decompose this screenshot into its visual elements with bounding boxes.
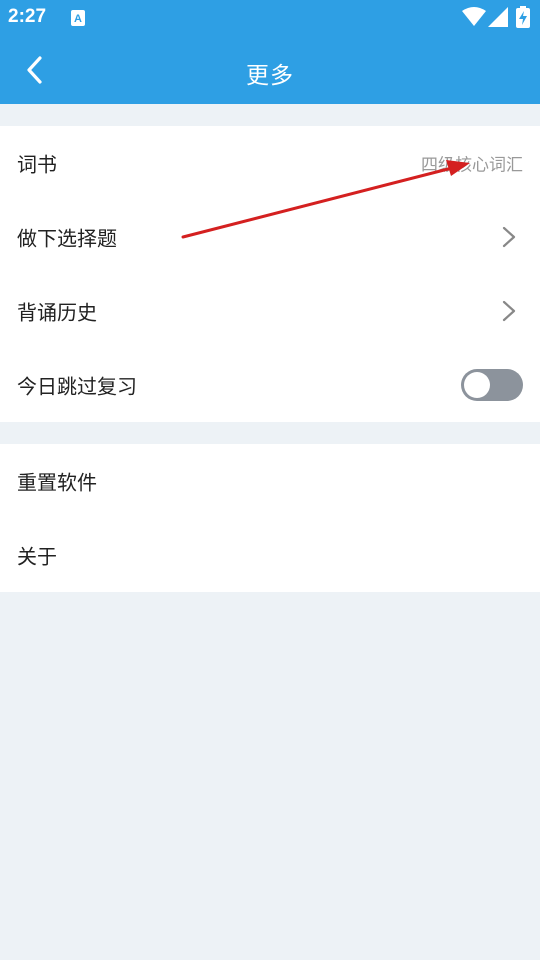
row-label: 词书	[17, 152, 57, 177]
settings-row-history[interactable]: 背诵历史	[0, 274, 540, 348]
chevron-right-icon	[502, 226, 516, 248]
wordbook-value: 四级核心词汇	[421, 155, 523, 176]
a-letter-icon: A	[71, 10, 85, 26]
row-label: 做下选择题	[17, 226, 117, 251]
settings-row-reset[interactable]: 重置软件	[0, 444, 540, 518]
app-bar: 更多	[0, 36, 540, 104]
wifi-icon	[462, 7, 486, 26]
settings-row-quiz[interactable]: 做下选择题	[0, 200, 540, 274]
page-title: 更多	[246, 63, 294, 89]
row-label: 关于	[17, 544, 57, 569]
status-bar: 2:27 A	[0, 0, 540, 36]
row-label: 重置软件	[17, 470, 97, 495]
row-label: 今日跳过复习	[17, 374, 137, 399]
signal-icon	[488, 7, 508, 27]
battery-charging-icon	[516, 6, 530, 28]
skip-review-toggle[interactable]	[461, 369, 523, 401]
settings-row-about[interactable]: 关于	[0, 518, 540, 592]
settings-group-app: 重置软件 关于	[0, 444, 540, 592]
toggle-knob	[464, 372, 490, 398]
chevron-right-icon	[502, 300, 516, 322]
row-label: 背诵历史	[17, 300, 97, 325]
settings-row-wordbook[interactable]: 词书 四级核心词汇	[0, 126, 540, 200]
settings-row-skip-review: 今日跳过复习	[0, 348, 540, 422]
status-time: 2:27	[8, 6, 47, 27]
svg-text:A: A	[74, 13, 82, 25]
settings-group-main: 词书 四级核心词汇 做下选择题 背诵历史 今日跳过复习	[0, 126, 540, 422]
